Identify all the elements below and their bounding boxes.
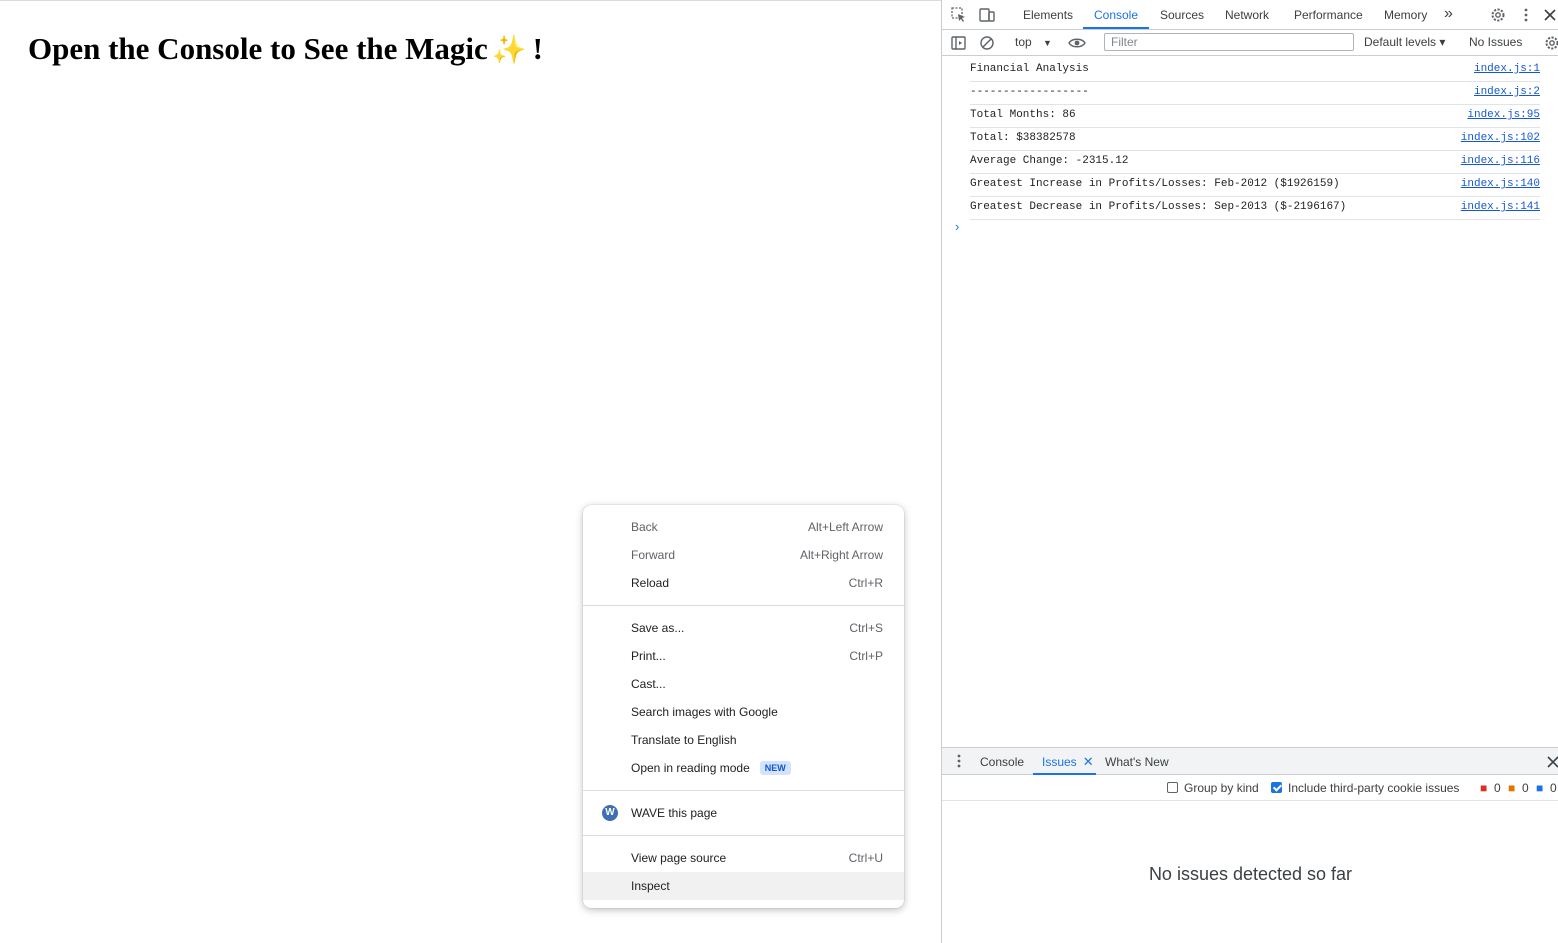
- drawer-tab-whats-new[interactable]: What's New: [1105, 748, 1169, 775]
- settings-icon[interactable]: [1489, 6, 1507, 24]
- info-count: 0: [1550, 781, 1557, 795]
- group-by-kind-label: Group by kind: [1184, 781, 1259, 795]
- devtools-panel: Elements Console Sources Network Perform…: [941, 0, 1558, 943]
- console-log-row: Average Change: -2315.12 index.js:116: [970, 151, 1540, 174]
- issues-toolbar: Group by kind Include third-party cookie…: [942, 775, 1558, 801]
- error-icon: ■: [1480, 781, 1488, 795]
- console-toolbar: top ▼ Filter Default levels ▾ No Issues: [942, 30, 1558, 56]
- issues-count[interactable]: No Issues: [1469, 35, 1522, 49]
- menu-separator: [583, 605, 904, 606]
- eye-icon[interactable]: [1068, 34, 1086, 52]
- menu-item-search-images[interactable]: Search images with Google: [583, 698, 904, 726]
- source-link[interactable]: index.js:2: [1474, 86, 1540, 98]
- close-issues-tab-icon[interactable]: ✕: [1083, 754, 1094, 769]
- close-devtools-icon[interactable]: [1541, 6, 1558, 24]
- console-log-row: Total: $38382578 index.js:102: [970, 128, 1540, 151]
- drawer-kebab-icon[interactable]: [950, 752, 968, 770]
- kebab-icon[interactable]: [1517, 6, 1535, 24]
- tab-elements[interactable]: Elements: [1023, 0, 1073, 29]
- menu-item-back[interactable]: Back Alt+Left Arrow: [583, 513, 904, 541]
- error-count: 0: [1494, 781, 1501, 795]
- menu-item-inspect[interactable]: Inspect: [583, 872, 904, 900]
- drawer-tabbar: Console Issues ✕ What's New: [942, 747, 1558, 775]
- tab-memory[interactable]: Memory: [1384, 0, 1427, 29]
- sparkle-icon: ✨: [491, 35, 527, 66]
- page-heading: Open the Console to See the Magic ✨!: [28, 31, 543, 66]
- source-link[interactable]: index.js:116: [1461, 155, 1540, 167]
- inspect-icon[interactable]: [950, 6, 968, 24]
- tab-performance[interactable]: Performance: [1294, 0, 1363, 29]
- menu-item-reload[interactable]: Reload Ctrl+R: [583, 569, 904, 597]
- menu-item-forward[interactable]: Forward Alt+Right Arrow: [583, 541, 904, 569]
- sidebar-icon[interactable]: [950, 34, 968, 52]
- warning-icon: ■: [1508, 781, 1516, 795]
- warning-count: 0: [1522, 781, 1529, 795]
- new-badge: NEW: [759, 761, 791, 775]
- menu-item-save-as[interactable]: Save as... Ctrl+S: [583, 614, 904, 642]
- console-log-row: Total Months: 86 index.js:95: [970, 105, 1540, 128]
- drawer-tab-issues[interactable]: Issues ✕: [1033, 748, 1096, 775]
- menu-item-reading-mode[interactable]: Open in reading mode NEW: [583, 754, 904, 782]
- source-link[interactable]: index.js:140: [1461, 178, 1540, 190]
- console-log-row: ------------------ index.js:2: [970, 82, 1540, 105]
- menu-item-view-source[interactable]: View page source Ctrl+U: [583, 844, 904, 872]
- source-link[interactable]: index.js:102: [1461, 132, 1540, 144]
- wave-icon: W: [602, 805, 618, 821]
- menu-item-cast[interactable]: Cast...: [583, 670, 904, 698]
- no-issues-message: No issues detected so far: [1148, 864, 1353, 884]
- menu-item-translate[interactable]: Translate to English: [583, 726, 904, 754]
- source-link[interactable]: index.js:95: [1467, 109, 1540, 121]
- devtools-drawer: Console Issues ✕ What's New Group by kind…: [942, 747, 1558, 943]
- tab-network[interactable]: Network: [1225, 0, 1269, 29]
- console-log-row: Greatest Increase in Profits/Losses: Feb…: [970, 174, 1540, 197]
- close-drawer-icon[interactable]: [1544, 753, 1558, 771]
- devtools-tabbar: Elements Console Sources Network Perform…: [942, 0, 1558, 30]
- console-settings-icon[interactable]: [1543, 34, 1558, 52]
- tab-sources[interactable]: Sources: [1160, 0, 1204, 29]
- console-prompt-icon[interactable]: ›: [955, 219, 959, 234]
- device-toggle-icon[interactable]: [978, 6, 996, 24]
- console-log-row: Greatest Decrease in Profits/Losses: Sep…: [970, 197, 1540, 220]
- group-by-kind-checkbox[interactable]: [1167, 782, 1178, 793]
- context-menu: Back Alt+Left Arrow Forward Alt+Right Arro…: [583, 505, 904, 908]
- console-log-row: Financial Analysis index.js:1: [970, 59, 1540, 82]
- third-party-label: Include third-party cookie issues: [1288, 781, 1460, 795]
- tab-console[interactable]: Console: [1083, 0, 1149, 29]
- menu-item-wave[interactable]: W WAVE this page: [583, 799, 904, 827]
- menu-separator: [583, 835, 904, 836]
- default-levels-dropdown[interactable]: Default levels ▾: [1364, 35, 1445, 49]
- drawer-tab-console[interactable]: Console: [980, 748, 1024, 775]
- source-link[interactable]: index.js:1: [1474, 63, 1540, 75]
- filter-input[interactable]: Filter: [1104, 33, 1354, 51]
- menu-item-print[interactable]: Print... Ctrl+P: [583, 642, 904, 670]
- context-select[interactable]: top ▼: [1015, 35, 1052, 49]
- console-log-list: Financial Analysis index.js:1 -----------…: [970, 59, 1540, 220]
- clear-icon[interactable]: [978, 34, 996, 52]
- third-party-checkbox[interactable]: [1271, 782, 1282, 793]
- menu-separator: [583, 790, 904, 791]
- source-link[interactable]: index.js:141: [1461, 201, 1540, 213]
- more-tabs-icon[interactable]: »: [1444, 0, 1453, 29]
- info-icon: ■: [1536, 781, 1544, 795]
